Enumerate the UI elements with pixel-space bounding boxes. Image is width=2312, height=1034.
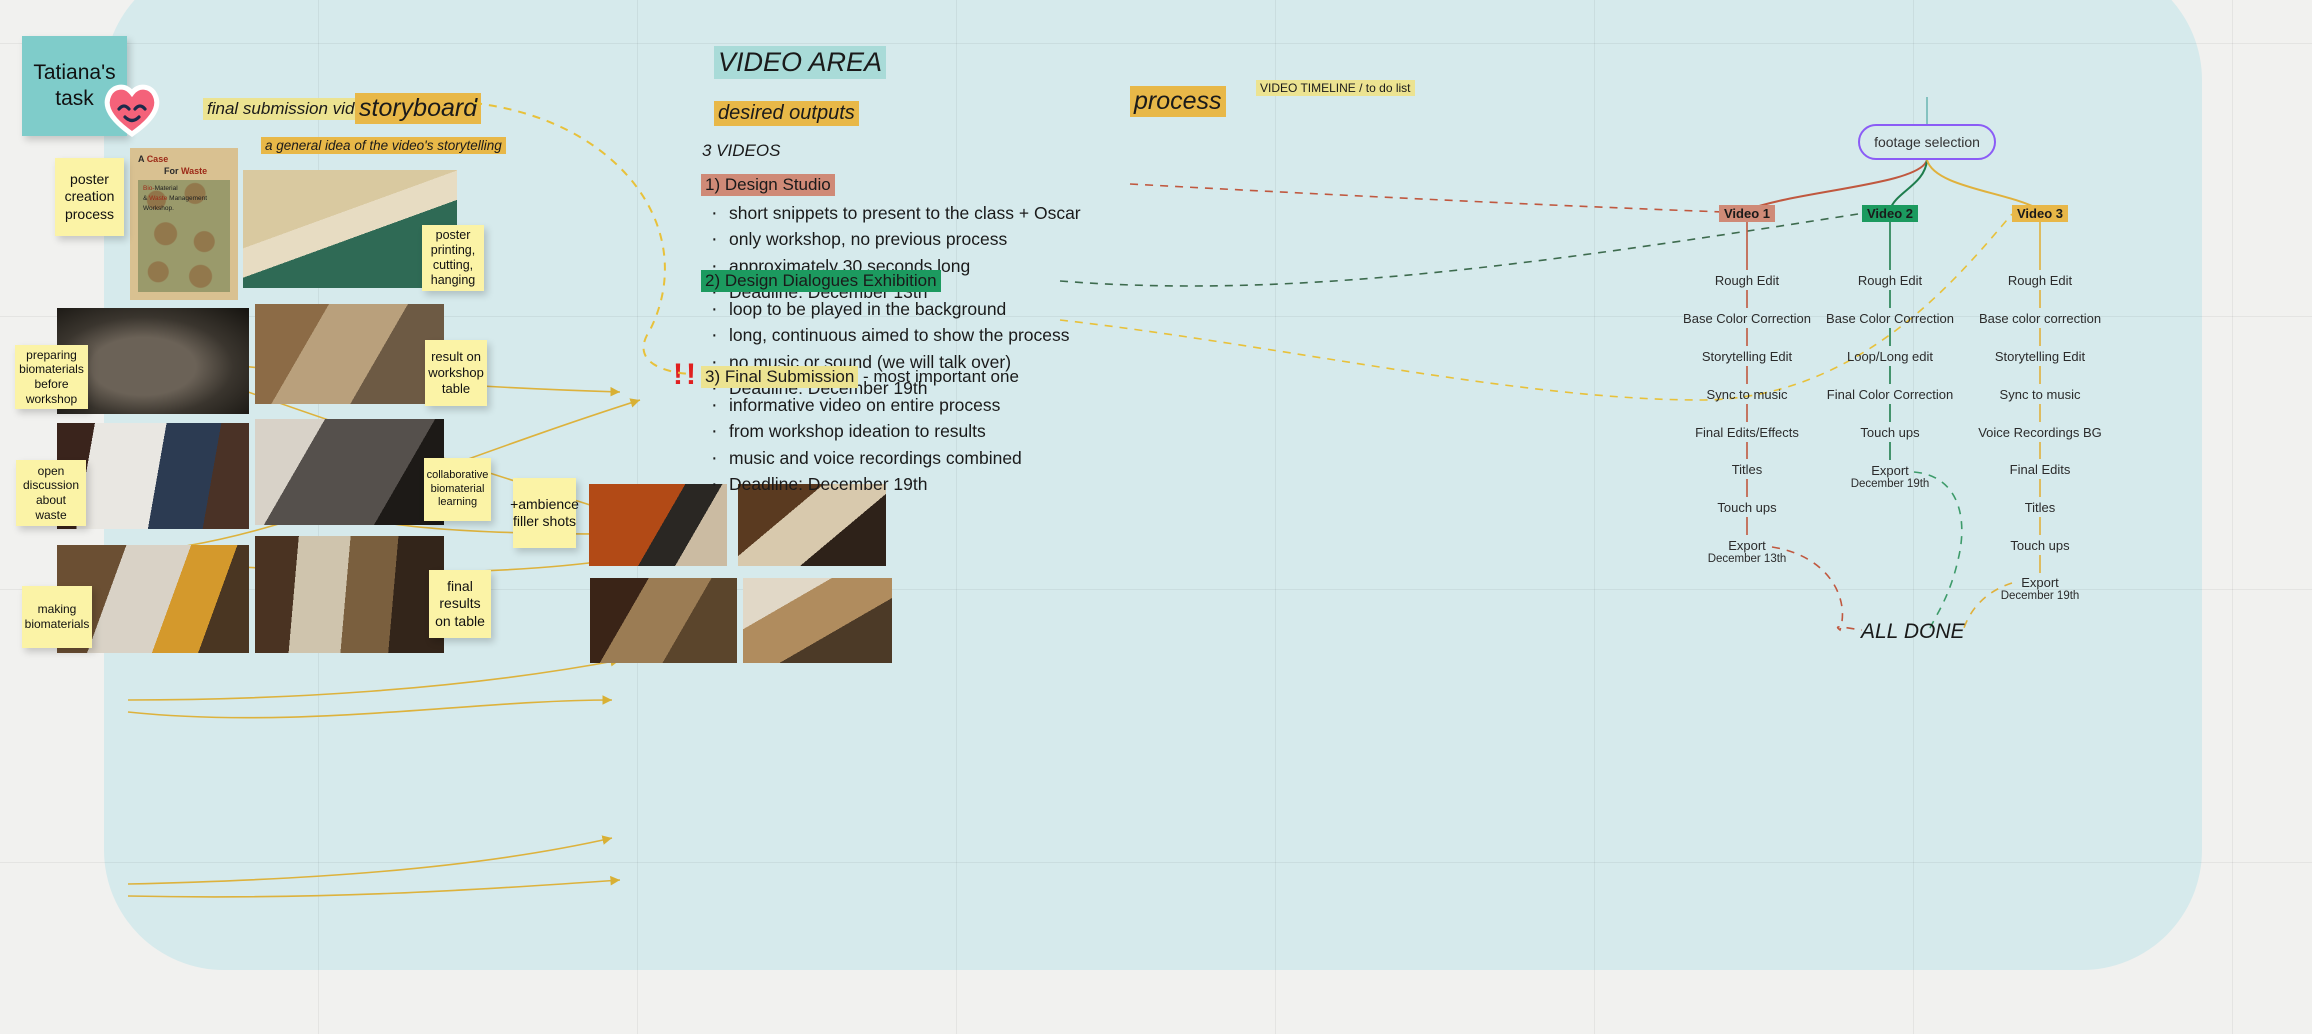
timeline-tag-video-1[interactable]: Video 1 (1718, 205, 1776, 222)
timeline-step: Rough Edit (1857, 273, 1923, 288)
timeline-tag-video-3[interactable]: Video 3 (2011, 205, 2069, 222)
timeline-step: Final Color Correction (1826, 387, 1954, 402)
timeline-step: Base Color Correction (1683, 311, 1811, 326)
timeline-step: Titles (1731, 462, 1763, 477)
timeline-step: Loop/Long edit (1846, 349, 1934, 364)
timeline-step: Storytelling Edit (1994, 349, 2086, 364)
timeline-step: Rough Edit (1714, 273, 1780, 288)
timeline-step-export: Export December 19th (2001, 575, 2080, 602)
timeline-step: Touch ups (2010, 538, 2070, 553)
timeline-export-date: December 19th (2000, 590, 2080, 602)
timeline-export-label: Export (2021, 575, 2059, 590)
timeline-step: Final Edits (2009, 462, 2071, 477)
label-all-done: ALL DONE (1861, 620, 1965, 643)
timeline-step: Titles (2024, 500, 2056, 515)
timeline-step: Touch ups (1717, 500, 1777, 515)
timeline-export-date: December 13th (1707, 553, 1787, 565)
timeline-export-label: Export (1728, 538, 1766, 553)
timeline-export-date: December 19th (1850, 478, 1930, 490)
timeline-step: Base Color Correction (1826, 311, 1954, 326)
timeline-step-export: Export December 19th (1851, 463, 1930, 490)
timeline-step: Final Edits/Effects (1695, 425, 1799, 440)
timeline-step: Base color correction (1978, 311, 2102, 326)
timeline-step: Touch ups (1860, 425, 1920, 440)
whiteboard-canvas[interactable]: A Case For Waste Bio-Material & Waste Ma… (0, 0, 2312, 1034)
timeline-step: Rough Edit (2007, 273, 2073, 288)
timeline-root-footage-selection[interactable]: footage selection (1858, 124, 1996, 160)
timeline-step: Voice Recordings BG (1978, 425, 2102, 440)
timeline-step: Sync to music (1706, 387, 1788, 402)
timeline-step: Sync to music (1999, 387, 2081, 402)
timeline-step-export: Export December 13th (1708, 538, 1787, 565)
timeline-tag-video-2[interactable]: Video 2 (1861, 205, 1919, 222)
timeline-step: Storytelling Edit (1701, 349, 1793, 364)
timeline-export-label: Export (1871, 463, 1909, 478)
timeline-layer: footage selection Video 1 Rough Edit Bas… (0, 0, 2312, 1034)
